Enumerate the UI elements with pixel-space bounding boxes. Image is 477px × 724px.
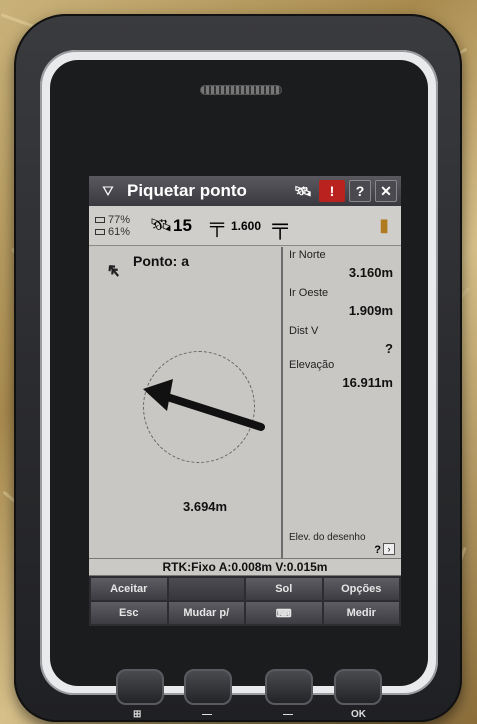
vdist-label: Dist V xyxy=(289,325,319,337)
pole-icon[interactable]: ╤ xyxy=(265,213,295,239)
vdist-value: ? xyxy=(385,341,393,356)
options-button[interactable]: Opções xyxy=(323,578,399,600)
status-bar: 77% 61% 🛰 15 ╤ 1.600 ╤ ▮ xyxy=(89,206,401,246)
hardware-buttons: ⊞ — — OK xyxy=(14,669,462,720)
warning-button[interactable]: ! xyxy=(319,180,345,202)
navigation-display[interactable]: ↟ Ponto: a 3.694m xyxy=(89,247,283,558)
battery-icon xyxy=(95,216,105,223)
speaker-grille xyxy=(200,85,282,95)
north-arrow-icon: ↟ xyxy=(102,258,127,284)
measure-button[interactable]: Medir xyxy=(323,602,399,624)
title-bar: ⛛ Piquetar ponto 🛰 ! ? ✕ xyxy=(89,176,401,206)
minus-icon: — xyxy=(202,709,212,720)
battery-1-level: 77% xyxy=(108,213,131,226)
satellite-count[interactable]: 15 xyxy=(173,216,203,236)
rtk-radio-icon[interactable]: ╤ xyxy=(203,214,231,237)
keyboard-button[interactable]: ⌨ xyxy=(246,602,322,624)
ok-label: OK xyxy=(351,709,366,720)
satellite-icon[interactable]: 🛰 xyxy=(149,215,173,236)
elevation-label: Elevação xyxy=(289,359,335,371)
north-label: Ir Norte xyxy=(289,249,326,261)
battery-2-level: 61% xyxy=(108,225,131,238)
west-label: Ir Oeste xyxy=(289,287,329,299)
hw-ok-button[interactable] xyxy=(334,669,382,705)
keyboard-icon: ⌨ xyxy=(275,607,292,620)
chevron-right-icon[interactable]: › xyxy=(383,543,395,555)
antenna-height[interactable]: 1.600 xyxy=(231,219,265,233)
battery-icon xyxy=(95,228,105,235)
elevation-value: 16.911m xyxy=(342,375,393,390)
distance-to-point: 3.694m xyxy=(183,499,228,514)
help-button[interactable]: ? xyxy=(349,180,371,202)
point-name: Ponto: a xyxy=(133,253,189,269)
west-value: 1.909m xyxy=(348,303,393,318)
close-button[interactable]: ✕ xyxy=(375,180,397,202)
design-elevation-label: Elev. do desenho xyxy=(289,532,366,543)
battery-status[interactable]: 77% 61% xyxy=(89,214,149,238)
north-value: 3.160m xyxy=(348,265,393,280)
device-screen: ⛛ Piquetar ponto 🛰 ! ? ✕ 77% 61% 🛰 15 ╤ … xyxy=(89,176,401,626)
minus-icon: — xyxy=(283,709,293,720)
switch-to-button[interactable]: Mudar p/ xyxy=(168,602,244,624)
hw-windows-button[interactable] xyxy=(116,669,164,705)
rtk-status-line: RTK:Fixo A:0.008m V:0.015m xyxy=(89,558,401,576)
softkey-blank-1[interactable] xyxy=(168,578,244,600)
gnss-status-icon[interactable]: 🛰 xyxy=(291,180,315,202)
sun-button[interactable]: Sol xyxy=(246,578,322,600)
windows-icon: ⊞ xyxy=(133,709,142,720)
design-elevation-value: ? xyxy=(374,544,381,556)
handheld-device: ⛛ Piquetar ponto 🛰 ! ? ✕ 77% 61% 🛰 15 ╤ … xyxy=(14,14,462,722)
accept-button[interactable]: Aceitar xyxy=(91,578,167,600)
direction-arrow-icon xyxy=(143,379,265,431)
hw-softkey-right-button[interactable] xyxy=(265,669,313,705)
app-icon[interactable]: ⛛ xyxy=(97,182,119,200)
softkey-bar: Aceitar Sol Opções Esc Mudar p/ ⌨ Medir xyxy=(89,576,401,626)
escape-button[interactable]: Esc xyxy=(91,602,167,624)
hw-softkey-left-button[interactable] xyxy=(184,669,232,705)
app-title: Piquetar ponto xyxy=(127,181,247,200)
delta-panel: Ir Norte 3.160m Ir Oeste 1.909m Dist V ?… xyxy=(285,247,401,558)
instrument-icon[interactable]: ▮ xyxy=(379,215,389,236)
